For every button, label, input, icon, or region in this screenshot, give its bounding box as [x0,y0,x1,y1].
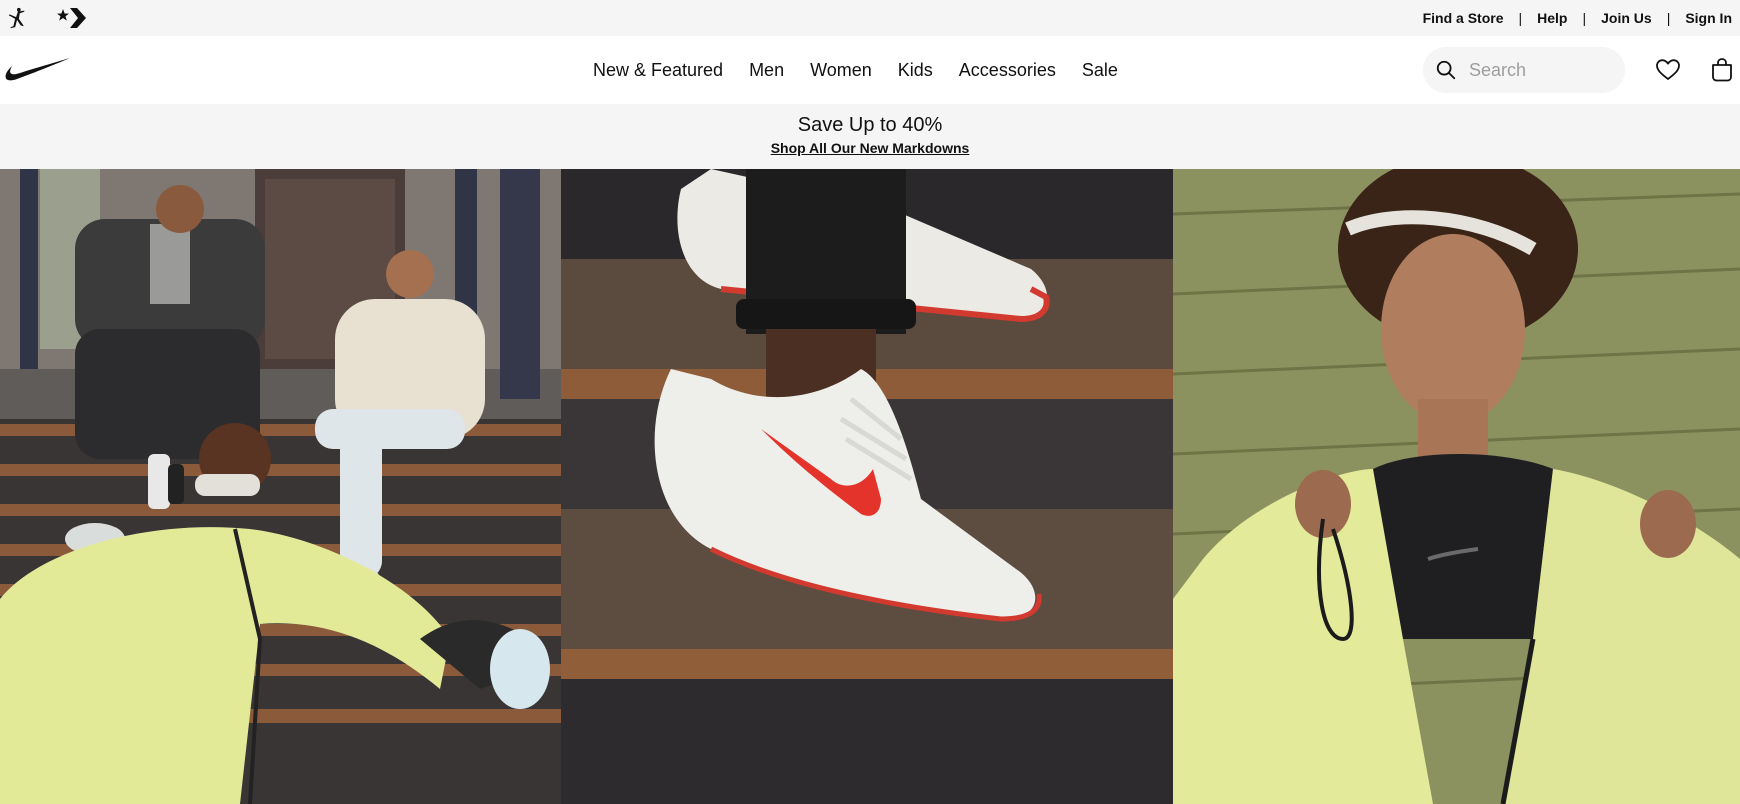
find-a-store-link[interactable]: Find a Store [1423,10,1504,26]
search-icon[interactable] [1423,47,1469,93]
hero-panel-sneaker-photo[interactable] [561,169,1173,804]
join-us-link[interactable]: Join Us [1601,10,1652,26]
utility-bar: Find a Store | Help | Join Us | Sign In [0,0,1740,36]
bag-icon[interactable] [1708,56,1736,84]
hero-banner[interactable] [0,169,1740,804]
woman-yellow-hoodie-photo [1173,169,1740,804]
sneaker-closeup-photo [561,169,1173,804]
utility-separator: | [1666,10,1671,26]
heart-icon[interactable] [1654,56,1682,84]
search-input[interactable] [1469,59,1609,81]
converse-icon[interactable] [56,4,88,32]
main-menu: New & Featured Men Women Kids Accessorie… [593,36,1131,104]
menu-kids[interactable]: Kids [885,60,946,81]
menu-new-featured[interactable]: New & Featured [593,60,736,81]
help-link[interactable]: Help [1537,10,1567,26]
menu-women[interactable]: Women [797,60,885,81]
promo-banner: Save Up to 40% Shop All Our New Markdown… [0,104,1740,169]
menu-men[interactable]: Men [736,60,797,81]
utility-links: Find a Store | Help | Join Us | Sign In [1423,0,1740,36]
utility-separator: | [1582,10,1587,26]
utility-separator: | [1518,10,1523,26]
hero-panel-woman-photo[interactable] [1173,169,1740,804]
menu-sale[interactable]: Sale [1069,60,1131,81]
nike-swoosh-logo-icon[interactable] [4,56,72,82]
promo-title: Save Up to 40% [797,114,943,136]
search-box[interactable] [1423,47,1625,93]
menu-accessories[interactable]: Accessories [946,60,1069,81]
group-on-stoop-photo [0,169,561,804]
jordan-jumpman-icon[interactable] [4,4,30,32]
hero-panel-group-photo[interactable] [0,169,561,804]
sign-in-link[interactable]: Sign In [1685,10,1740,26]
main-nav: New & Featured Men Women Kids Accessorie… [0,36,1740,104]
promo-link[interactable]: Shop All Our New Markdowns [771,140,970,156]
